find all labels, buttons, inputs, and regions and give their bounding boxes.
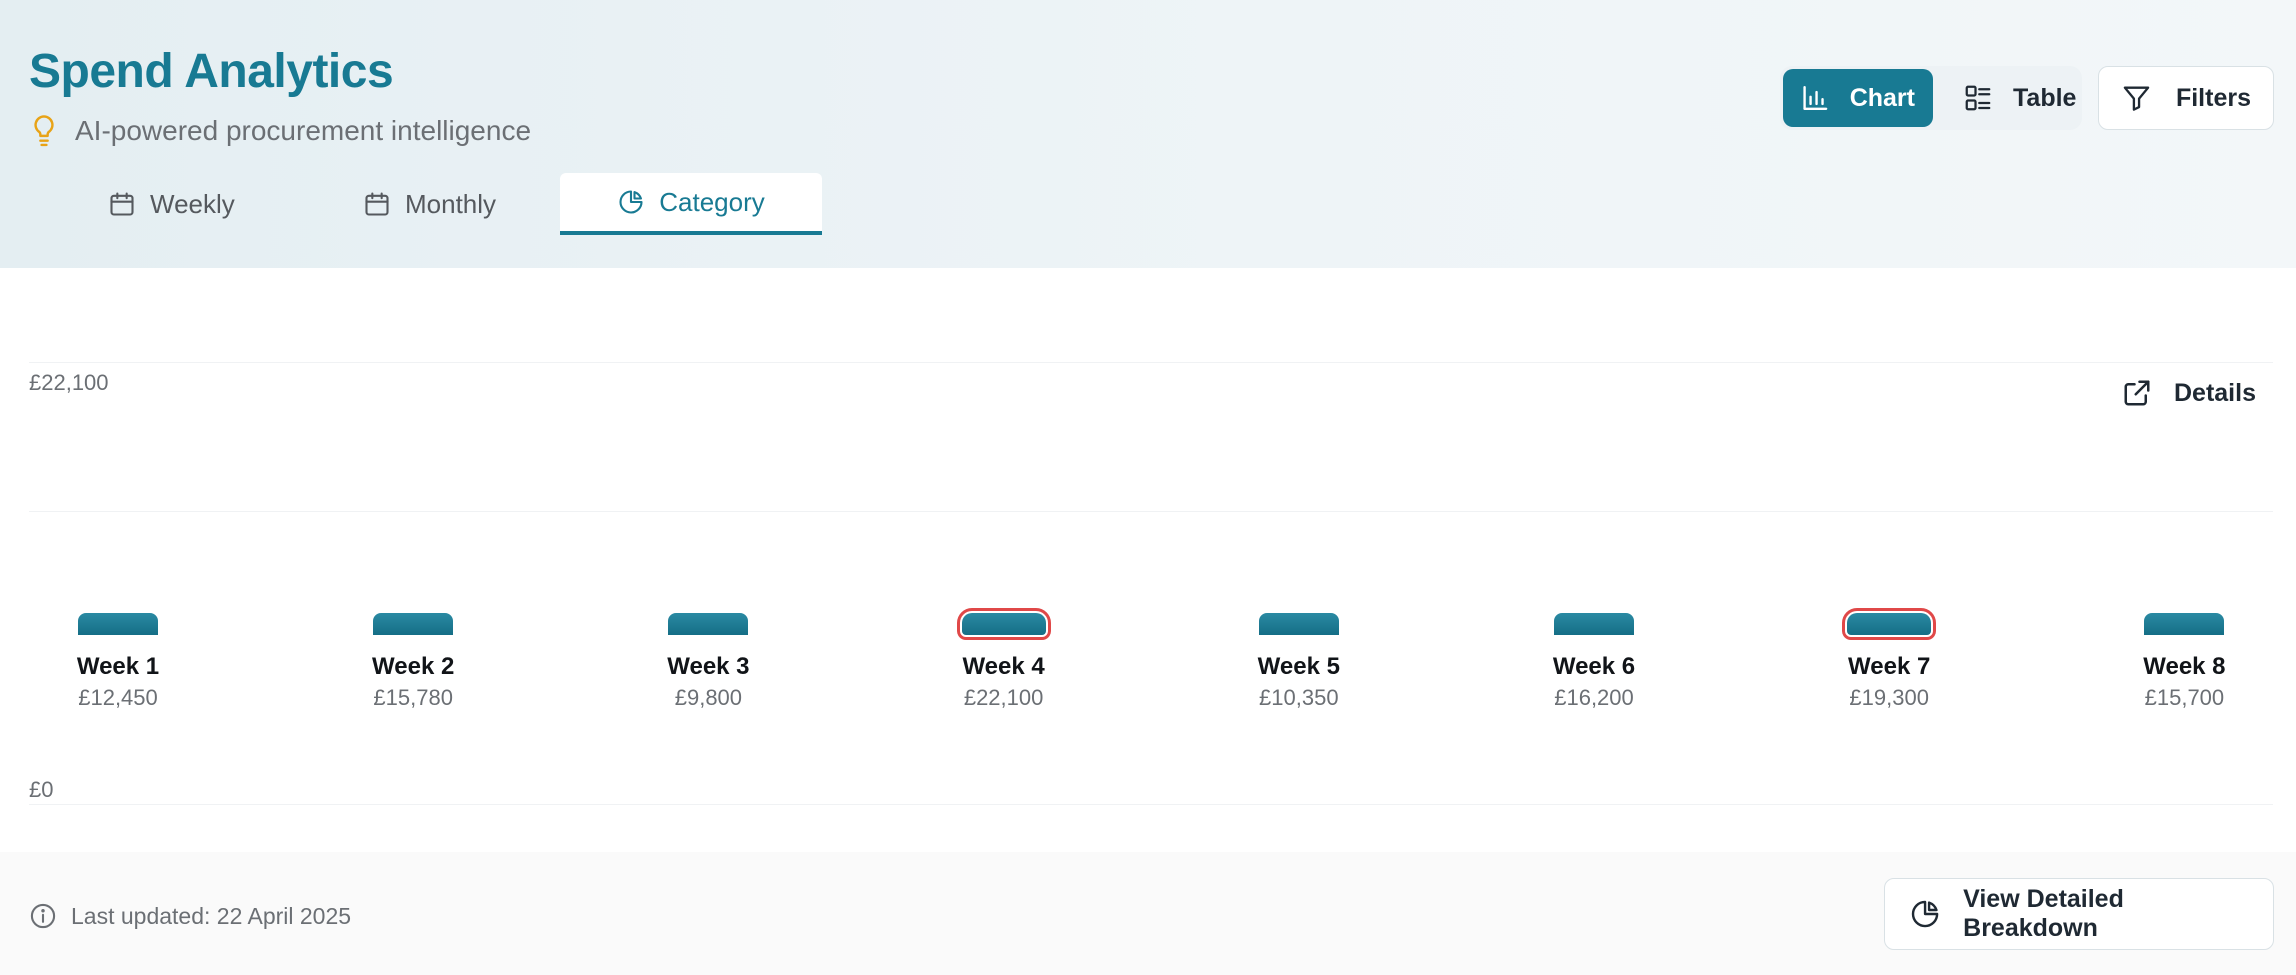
spend-chart: £22,100 £0 Details Week 1 £12,450 Week 2 £1… <box>0 268 2296 852</box>
bar-group: Week 3 £9,800 <box>648 613 768 711</box>
bar-value-label: £15,700 <box>2144 685 2225 710</box>
bar-value-label: £22,100 <box>963 685 1044 710</box>
bar-value-label: £19,300 <box>1849 685 1929 710</box>
details-label: Details <box>2174 378 2256 407</box>
view-breakdown-button[interactable]: View Detailed Breakdown <box>1884 878 2274 950</box>
bar-category-label: Week 2 <box>372 653 455 680</box>
bar-value-label: £10,350 <box>1259 685 1339 710</box>
tab-category[interactable]: Category <box>560 173 822 235</box>
bar-group: Week 2 £15,780 <box>353 613 473 711</box>
y-tick-max: £22,100 <box>29 370 109 395</box>
bar-value-label: £9,800 <box>674 685 743 710</box>
bar-group: Week 1 £12,450 <box>58 613 178 711</box>
pie-chart-icon <box>619 190 643 214</box>
lightbulb-icon <box>34 115 54 147</box>
bar-group: Week 5 £10,350 <box>1239 613 1359 711</box>
calendar-icon <box>365 192 389 216</box>
bar-category-label: Week 4 <box>962 653 1045 680</box>
bar[interactable] <box>78 613 158 635</box>
view-toggle: Chart Table <box>1780 66 2082 130</box>
filters-label: Filters <box>2175 83 2251 112</box>
bar-category-label: Week 7 <box>1848 653 1931 680</box>
bar-highlighted[interactable] <box>1842 608 1937 640</box>
chart-view-button[interactable]: Chart <box>1783 69 1933 127</box>
last-updated: Last updated: 22 April 2025 <box>29 902 351 930</box>
tab-category-label: Category <box>659 186 765 217</box>
pie-chart-icon <box>1911 900 1939 928</box>
page-footer: Last updated: 22 April 2025 View Detaile… <box>0 852 2296 975</box>
table-icon <box>1965 85 1991 111</box>
bar-group: Week 7 £19,300 <box>1829 608 1949 711</box>
gridline <box>29 511 2273 512</box>
bar-value-label: £16,200 <box>1554 685 1634 710</box>
page-title: Spend Analytics <box>29 45 394 98</box>
external-link-icon <box>2124 380 2150 406</box>
bar-category-label: Week 8 <box>2143 653 2226 680</box>
view-breakdown-label: View Detailed Breakdown <box>1963 885 2124 942</box>
bar-group: Week 4 £22,100 <box>944 608 1064 711</box>
last-updated-text: Last updated: 22 April 2025 <box>71 902 352 929</box>
details-button[interactable]: Details <box>2122 378 2256 408</box>
bar-value-label: £15,780 <box>373 685 453 710</box>
chart-view-label: Chart <box>1849 83 1915 112</box>
bar-highlighted[interactable] <box>956 608 1051 640</box>
info-icon <box>30 903 56 929</box>
bar-category-label: Week 5 <box>1257 653 1340 680</box>
filters-button[interactable]: Filters <box>2098 66 2274 130</box>
subtitle-row: AI-powered procurement intelligence <box>29 114 531 148</box>
page-subtitle: AI-powered procurement intelligence <box>75 115 532 146</box>
tab-weekly[interactable]: Weekly <box>88 173 255 235</box>
table-view-label: Table <box>2013 83 2077 112</box>
bar[interactable] <box>668 613 749 635</box>
bar-category-label: Week 6 <box>1552 653 1636 680</box>
gridline <box>29 362 2273 363</box>
bar[interactable] <box>373 613 454 635</box>
bar[interactable] <box>1554 613 1634 635</box>
bar-chart-icon <box>1803 86 1828 110</box>
filter-icon <box>2123 86 2150 111</box>
bar[interactable] <box>1258 613 1339 635</box>
bar-value-label: £12,450 <box>78 685 158 710</box>
table-view-button[interactable]: Table <box>1945 69 2094 127</box>
tab-monthly-label: Monthly <box>405 188 497 219</box>
tab-monthly[interactable]: Monthly <box>343 173 516 235</box>
bar-group: Week 8 £15,700 <box>2124 613 2244 711</box>
bar[interactable] <box>2144 613 2225 635</box>
bar-category-label: Week 1 <box>76 653 160 680</box>
calendar-icon <box>110 192 134 216</box>
y-tick-zero: £0 <box>29 777 54 802</box>
bar-group: Week 6 £16,200 <box>1534 613 1654 711</box>
tab-weekly-label: Weekly <box>150 188 235 219</box>
page-header: Spend Analytics AI-powered procurement i… <box>0 0 2296 268</box>
bar-category-label: Week 3 <box>667 653 750 680</box>
gridline <box>29 804 2273 805</box>
